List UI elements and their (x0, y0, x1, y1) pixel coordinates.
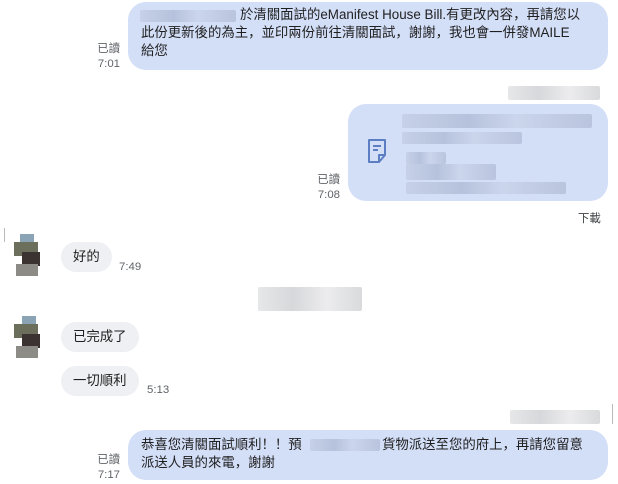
incoming-message[interactable]: 好的 (61, 242, 112, 272)
incoming-message[interactable]: 已完成了 (61, 322, 139, 352)
message-time: 7:01 (97, 58, 120, 70)
read-receipt: 已讀 7:08 (300, 173, 340, 203)
redacted-filename (402, 132, 522, 144)
read-status: 已讀 (317, 174, 340, 186)
divider (4, 228, 5, 242)
read-receipt: 已讀 7:01 (80, 42, 120, 72)
redacted-sender (508, 86, 600, 100)
message-time: 7:08 (317, 189, 340, 201)
message-text: 好的 (73, 249, 100, 264)
redacted-text (140, 10, 236, 22)
outgoing-message[interactable]: 於清關面試的eManifest House Bill.有更改內容，再請您以 此份… (128, 2, 608, 70)
divider (612, 404, 613, 424)
read-receipt: 已讀 7:17 (80, 453, 120, 483)
message-time: 7:17 (97, 469, 120, 481)
redacted-filesize (406, 182, 566, 194)
message-text: 於清關面試的eManifest House Bill.有更改內容，再請您以 (240, 7, 581, 22)
redacted-filesize (406, 152, 446, 164)
message-text: 給您 (141, 43, 168, 58)
message-time: 5:13 (147, 384, 170, 396)
message-time: 7:49 (119, 261, 142, 273)
message-text: 恭喜您清關面試順利！！預 (141, 437, 302, 452)
redacted-filename (402, 114, 592, 128)
message-text: 一切順利 (73, 373, 127, 388)
avatar[interactable] (8, 314, 46, 362)
redacted-date-separator (258, 287, 362, 311)
message-text: 此份更新後的為主，並印兩份前往清關面試，謝謝，我也會一併發MAILE (141, 25, 570, 40)
document-icon[interactable] (366, 138, 388, 169)
file-attachment-message[interactable] (348, 104, 608, 201)
message-text: 已完成了 (73, 329, 127, 344)
message-text: 派送人員的來電，謝謝 (141, 455, 275, 470)
redacted-filesize (406, 164, 496, 180)
redacted-text (310, 439, 380, 451)
download-link[interactable]: 下載 (578, 210, 601, 226)
read-status: 已讀 (97, 43, 120, 55)
redacted-sender (510, 410, 600, 424)
outgoing-message[interactable]: 恭喜您清關面試順利！！預 貨物派送至您的府上，再請您留意 派送人員的來電，謝謝 (128, 430, 608, 480)
avatar[interactable] (8, 232, 46, 280)
incoming-message[interactable]: 一切順利 (61, 366, 139, 396)
read-status: 已讀 (97, 454, 120, 466)
message-text: 貨物派送至您的府上，再請您留意 (382, 437, 583, 452)
